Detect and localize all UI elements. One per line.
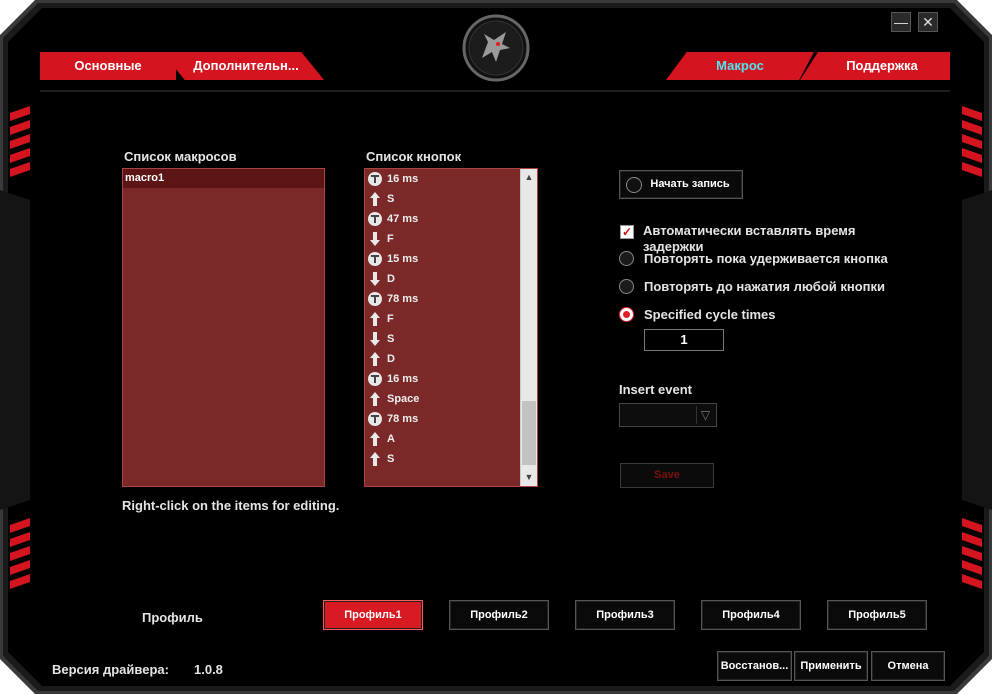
key-up-icon <box>367 311 383 327</box>
key-up-icon <box>367 431 383 447</box>
cycle-count-input[interactable]: 1 <box>644 329 724 351</box>
key-list-item[interactable]: A <box>367 429 519 449</box>
key-list-item[interactable]: S <box>367 329 519 349</box>
record-icon <box>626 177 642 193</box>
key-list-item-label: Space <box>387 393 420 405</box>
key-down-icon <box>367 331 383 347</box>
key-list-item-label: 16 ms <box>387 173 419 185</box>
key-up-icon <box>367 351 383 367</box>
insert-event-label: Insert event <box>619 382 692 397</box>
minimize-button[interactable]: — <box>891 12 911 32</box>
cancel-button[interactable]: Отмена <box>871 651 945 681</box>
key-list-item[interactable]: F <box>367 309 519 329</box>
macro-list-item[interactable]: macro1 <box>123 169 324 188</box>
chevron-down-icon[interactable]: ▽ <box>696 406 714 424</box>
key-list-item[interactable]: D <box>367 349 519 369</box>
key-list-item[interactable]: 16 ms <box>367 169 519 189</box>
key-list-item[interactable]: 47 ms <box>367 209 519 229</box>
key-list-item-label: 47 ms <box>387 213 419 225</box>
key-list-item[interactable]: 78 ms <box>367 289 519 309</box>
key-up-icon <box>367 191 383 207</box>
driver-version-label: Версия драйвера: <box>52 662 169 677</box>
key-list-item-label: F <box>387 233 394 245</box>
key-list-item[interactable]: S <box>367 449 519 469</box>
key-list-item[interactable]: F <box>367 229 519 249</box>
key-list-item[interactable]: S <box>367 189 519 209</box>
repeat-hold-radio[interactable] <box>619 251 634 266</box>
cycle-times-label: Specified cycle times <box>644 307 776 322</box>
auto-delay-checkbox[interactable]: ✓ <box>620 225 634 239</box>
key-list-item[interactable]: 15 ms <box>367 249 519 269</box>
key-list-item[interactable]: Space <box>367 389 519 409</box>
key-list-item-label: S <box>387 193 395 205</box>
key-list-item[interactable]: D <box>367 269 519 289</box>
key-list-item-label: S <box>387 453 395 465</box>
key-list[interactable]: 16 ms S 47 ms F 15 ms D 78 ms F S D 16 ms Space 78 m… <box>364 168 538 487</box>
repeat-until-label: Повторять до нажатия любой кнопки <box>644 279 886 294</box>
insert-event-select[interactable]: ▽ <box>619 403 717 427</box>
profile-label: Профиль <box>142 610 203 625</box>
key-list-item-label: 15 ms <box>387 253 419 265</box>
key-list-item[interactable]: 78 ms <box>367 409 519 429</box>
edit-hint: Right-click on the items for editing. <box>122 498 340 513</box>
key-list-item-label: 16 ms <box>387 373 419 385</box>
profile-1-button[interactable]: Профиль1 <box>323 600 423 630</box>
timer-icon <box>367 211 383 227</box>
key-down-icon <box>367 231 383 247</box>
key-down-icon <box>367 271 383 287</box>
key-up-icon <box>367 451 383 467</box>
dragon-logo-icon <box>462 14 530 82</box>
timer-icon <box>367 371 383 387</box>
key-list-item[interactable]: 16 ms <box>367 369 519 389</box>
save-button[interactable]: Save <box>620 463 714 488</box>
timer-icon <box>367 251 383 267</box>
tab-advanced[interactable]: Дополнительн... <box>162 52 324 80</box>
tab-main[interactable]: Основные <box>40 52 176 80</box>
repeat-until-radio[interactable] <box>619 279 634 294</box>
start-record-label: Начать запись <box>650 178 730 190</box>
macro-list[interactable]: macro1 <box>122 168 325 487</box>
key-list-item-label: F <box>387 313 394 325</box>
key-list-scrollbar[interactable]: ▲ ▼ <box>520 169 537 486</box>
close-button[interactable]: ✕ <box>918 12 938 32</box>
key-list-item-label: S <box>387 333 395 345</box>
profile-3-button[interactable]: Профиль3 <box>575 600 675 630</box>
timer-icon <box>367 411 383 427</box>
restore-button[interactable]: Восстанов... <box>717 651 792 681</box>
profile-5-button[interactable]: Профиль5 <box>827 600 927 630</box>
scroll-down-icon[interactable]: ▼ <box>521 469 537 486</box>
repeat-hold-label: Повторять пока удерживается кнопка <box>644 251 888 266</box>
apply-button[interactable]: Применить <box>794 651 868 681</box>
scroll-up-icon[interactable]: ▲ <box>521 169 537 186</box>
profile-4-button[interactable]: Профиль4 <box>701 600 801 630</box>
key-list-item-label: D <box>387 273 395 285</box>
driver-version-value: 1.0.8 <box>194 662 223 677</box>
timer-icon <box>367 171 383 187</box>
key-up-icon <box>367 391 383 407</box>
cycle-times-radio[interactable] <box>619 307 634 322</box>
key-list-title: Список кнопок <box>366 149 462 164</box>
profile-2-button[interactable]: Профиль2 <box>449 600 549 630</box>
macro-list-title: Список макросов <box>124 149 237 164</box>
key-list-item-label: A <box>387 433 395 445</box>
key-list-item-label: D <box>387 353 395 365</box>
key-list-item-label: 78 ms <box>387 413 419 425</box>
timer-icon <box>367 291 383 307</box>
tab-macro[interactable]: Макрос <box>666 52 814 80</box>
key-list-item-label: 78 ms <box>387 293 419 305</box>
tab-support[interactable]: Поддержка <box>800 52 950 80</box>
scroll-thumb[interactable] <box>522 401 536 465</box>
start-record-button[interactable]: Начать запись <box>619 170 743 199</box>
